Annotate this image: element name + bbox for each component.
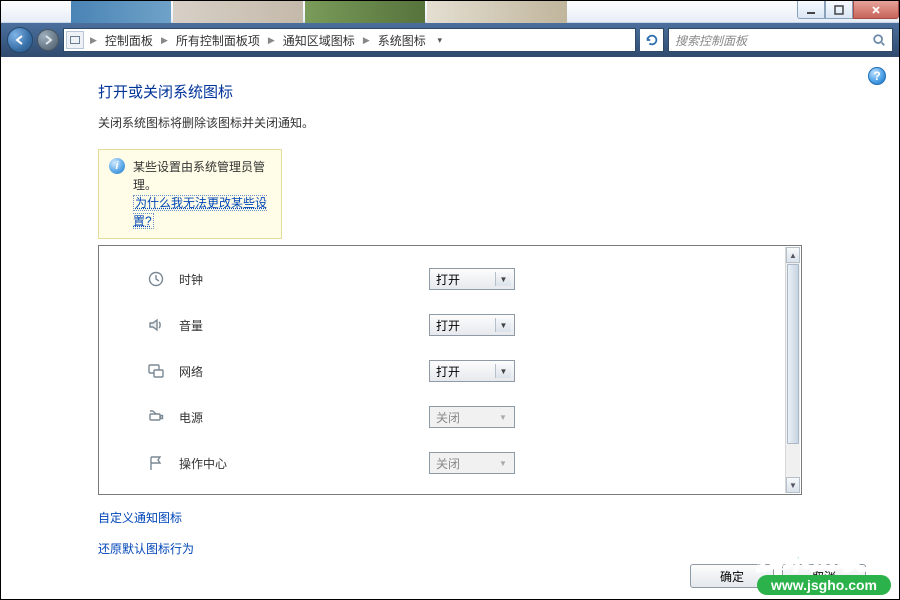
maximize-button[interactable] bbox=[825, 1, 853, 19]
breadcrumb-item[interactable]: 控制面板 bbox=[99, 29, 159, 51]
volume-icon bbox=[147, 316, 165, 334]
behavior-select[interactable]: 打开▼ bbox=[429, 314, 515, 336]
address-dropdown[interactable]: ▾ bbox=[432, 35, 448, 46]
admin-notice: i 某些设置由系统管理员管理。 为什么我无法更改某些设置? bbox=[98, 149, 282, 239]
content-area: ? 打开或关闭系统图标 关闭系统图标将删除该图标并关闭通知。 i 某些设置由系统… bbox=[2, 57, 898, 598]
cancel-button[interactable]: 取消 bbox=[782, 564, 866, 588]
power-icon bbox=[147, 408, 165, 426]
address-icon bbox=[66, 31, 84, 49]
titlebar bbox=[1, 1, 899, 23]
row-label: 时钟 bbox=[179, 271, 429, 288]
row-label: 操作中心 bbox=[179, 455, 429, 472]
table-row: 音量 打开▼ bbox=[99, 302, 785, 348]
help-icon[interactable]: ? bbox=[868, 67, 886, 85]
footer-buttons: 确定 取消 bbox=[690, 564, 866, 588]
search-icon bbox=[872, 33, 886, 47]
navbar: ▶ 控制面板 ▶ 所有控制面板项 ▶ 通知区域图标 ▶ 系统图标 ▾ 搜索控制面… bbox=[1, 23, 899, 57]
admin-notice-text: 某些设置由系统管理员管理。 bbox=[133, 160, 265, 192]
behavior-select[interactable]: 打开▼ bbox=[429, 360, 515, 382]
scroll-thumb[interactable] bbox=[787, 264, 799, 444]
table-row: 网络 打开▼ bbox=[99, 348, 785, 394]
search-placeholder: 搜索控制面板 bbox=[675, 32, 747, 49]
chevron-down-icon: ▼ bbox=[495, 272, 511, 286]
system-icons-table: 时钟 打开▼ 音量 打开▼ 网络 打开▼ 电源 关闭▼ bbox=[98, 245, 802, 495]
chevron-right-icon: ▶ bbox=[266, 35, 277, 46]
table-row: 操作中心 关闭▼ bbox=[99, 440, 785, 486]
breadcrumb-item[interactable]: 所有控制面板项 bbox=[170, 29, 266, 51]
search-input[interactable]: 搜索控制面板 bbox=[668, 28, 893, 52]
table-row: 电源 关闭▼ bbox=[99, 394, 785, 440]
chevron-down-icon: ▼ bbox=[495, 318, 511, 332]
table-row: 时钟 打开▼ bbox=[99, 256, 785, 302]
back-button[interactable] bbox=[7, 27, 33, 53]
close-button[interactable] bbox=[853, 1, 899, 19]
flag-icon bbox=[147, 454, 165, 472]
page-title: 打开或关闭系统图标 bbox=[98, 81, 802, 102]
breadcrumb-item[interactable]: 系统图标 bbox=[372, 29, 432, 51]
info-icon: i bbox=[109, 158, 125, 174]
address-bar[interactable]: ▶ 控制面板 ▶ 所有控制面板项 ▶ 通知区域图标 ▶ 系统图标 ▾ bbox=[63, 28, 636, 52]
clock-icon bbox=[147, 270, 165, 288]
chevron-right-icon: ▶ bbox=[88, 35, 99, 46]
breadcrumb-item[interactable]: 通知区域图标 bbox=[277, 29, 361, 51]
chevron-down-icon: ▼ bbox=[495, 364, 511, 378]
behavior-select[interactable]: 打开▼ bbox=[429, 268, 515, 290]
forward-button[interactable] bbox=[37, 29, 59, 51]
refresh-button[interactable] bbox=[640, 28, 664, 52]
scrollbar[interactable]: ▲ ▼ bbox=[785, 247, 800, 493]
page-description: 关闭系统图标将删除该图标并关闭通知。 bbox=[98, 114, 802, 131]
window-buttons bbox=[797, 1, 899, 21]
behavior-select-disabled: 关闭▼ bbox=[429, 452, 515, 474]
customize-link[interactable]: 自定义通知图标 bbox=[98, 509, 802, 526]
background-thumbs bbox=[71, 1, 567, 23]
scroll-down-button[interactable]: ▼ bbox=[786, 477, 800, 493]
admin-notice-link[interactable]: 为什么我无法更改某些设置? bbox=[133, 195, 267, 229]
behavior-select-disabled: 关闭▼ bbox=[429, 406, 515, 428]
row-label: 音量 bbox=[179, 317, 429, 334]
ok-button[interactable]: 确定 bbox=[690, 564, 774, 588]
row-label: 网络 bbox=[179, 363, 429, 380]
chevron-right-icon: ▶ bbox=[361, 35, 372, 46]
control-panel-window: ▶ 控制面板 ▶ 所有控制面板项 ▶ 通知区域图标 ▶ 系统图标 ▾ 搜索控制面… bbox=[0, 0, 900, 600]
row-label: 电源 bbox=[179, 409, 429, 426]
network-icon bbox=[147, 362, 165, 380]
minimize-button[interactable] bbox=[797, 1, 825, 19]
chevron-right-icon: ▶ bbox=[159, 35, 170, 46]
chevron-down-icon: ▼ bbox=[495, 456, 511, 470]
scroll-up-button[interactable]: ▲ bbox=[786, 247, 800, 263]
restore-defaults-link[interactable]: 还原默认图标行为 bbox=[98, 540, 802, 557]
chevron-down-icon: ▼ bbox=[495, 410, 511, 424]
